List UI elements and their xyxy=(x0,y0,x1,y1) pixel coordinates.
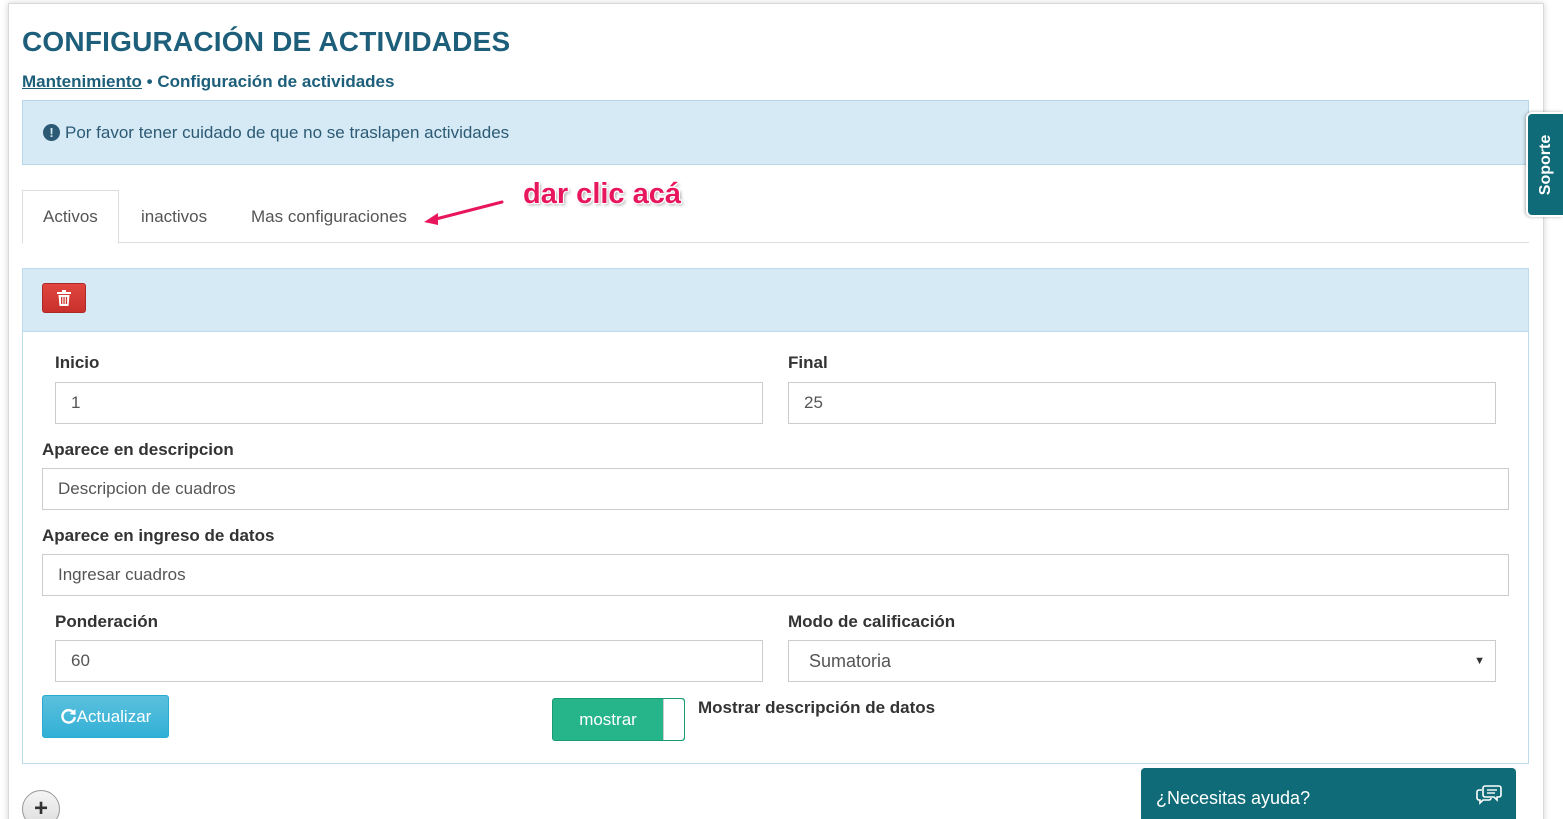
ingreso-input[interactable]: Ingresar cuadros xyxy=(42,554,1509,596)
ponderacion-value: 60 xyxy=(71,651,90,670)
ingreso-label: Aparece en ingreso de datos xyxy=(42,526,275,545)
inicio-label: Inicio xyxy=(55,353,100,372)
final-input[interactable]: 25 xyxy=(788,382,1496,424)
toggle-label: mostrar xyxy=(579,709,637,729)
ponderacion-input[interactable]: 60 xyxy=(55,640,763,682)
page-title: CONFIGURACIÓN DE ACTIVIDADES xyxy=(22,26,511,57)
breadcrumb: Mantenimiento • Configuración de activid… xyxy=(22,72,394,92)
tab-activos[interactable]: Activos xyxy=(22,190,119,244)
descripcion-label: Aparece en descripcion xyxy=(42,440,234,459)
panel-header xyxy=(23,269,1528,332)
ingreso-value: Ingresar cuadros xyxy=(58,565,186,584)
annotation-text: dar clic acá xyxy=(523,178,681,210)
update-button-label: Actualizar xyxy=(76,706,152,726)
alert-text: Por favor tener cuidado de que no se tra… xyxy=(65,122,510,142)
toggle-handle[interactable] xyxy=(663,699,684,740)
activity-panel: Inicio 1 Final 25 Aparece en descripcion… xyxy=(22,268,1529,764)
delete-button[interactable] xyxy=(42,283,86,313)
toggle-description: Mostrar descripción de datos xyxy=(698,698,936,717)
modo-value: Sumatoria xyxy=(809,650,892,671)
mostrar-toggle[interactable]: mostrar xyxy=(552,698,685,741)
refresh-icon xyxy=(60,708,76,724)
annotation-arrow-icon xyxy=(424,200,504,225)
trash-icon xyxy=(57,290,71,306)
help-widget[interactable]: ¿Necesitas ayuda? xyxy=(1141,768,1516,819)
update-button[interactable]: Actualizar xyxy=(42,695,169,738)
chevron-down-icon: ▼ xyxy=(1474,655,1485,667)
tab-mas-configuraciones[interactable]: Mas configuraciones xyxy=(231,190,427,243)
inicio-value: 1 xyxy=(71,393,81,412)
descripcion-value: Descripcion de cuadros xyxy=(58,479,236,498)
alert-warning: ! Por favor tener cuidado de que no se t… xyxy=(22,100,1529,165)
tab-bar: Activos inactivos Mas configuraciones xyxy=(22,190,1529,244)
descripcion-input[interactable]: Descripcion de cuadros xyxy=(42,468,1509,510)
final-label: Final xyxy=(788,353,828,372)
chat-bubbles-icon xyxy=(1476,785,1502,805)
breadcrumb-separator: • xyxy=(141,72,158,91)
help-widget-text: ¿Necesitas ayuda? xyxy=(1156,787,1311,808)
modo-label: Modo de calificación xyxy=(788,612,956,631)
modo-select[interactable]: Sumatoria ▼ xyxy=(788,640,1496,682)
inicio-input[interactable]: 1 xyxy=(55,382,763,424)
support-tab[interactable]: Soporte xyxy=(1526,112,1563,217)
tab-inactivos[interactable]: inactivos xyxy=(121,190,227,243)
exclamation-circle-icon: ! xyxy=(43,124,60,141)
breadcrumb-current: Configuración de actividades xyxy=(157,72,395,91)
support-tab-label: Soporte xyxy=(1536,134,1554,195)
ponderacion-label: Ponderación xyxy=(55,612,158,631)
breadcrumb-link-mantenimiento[interactable]: Mantenimiento xyxy=(22,72,142,91)
final-value: 25 xyxy=(804,393,823,412)
